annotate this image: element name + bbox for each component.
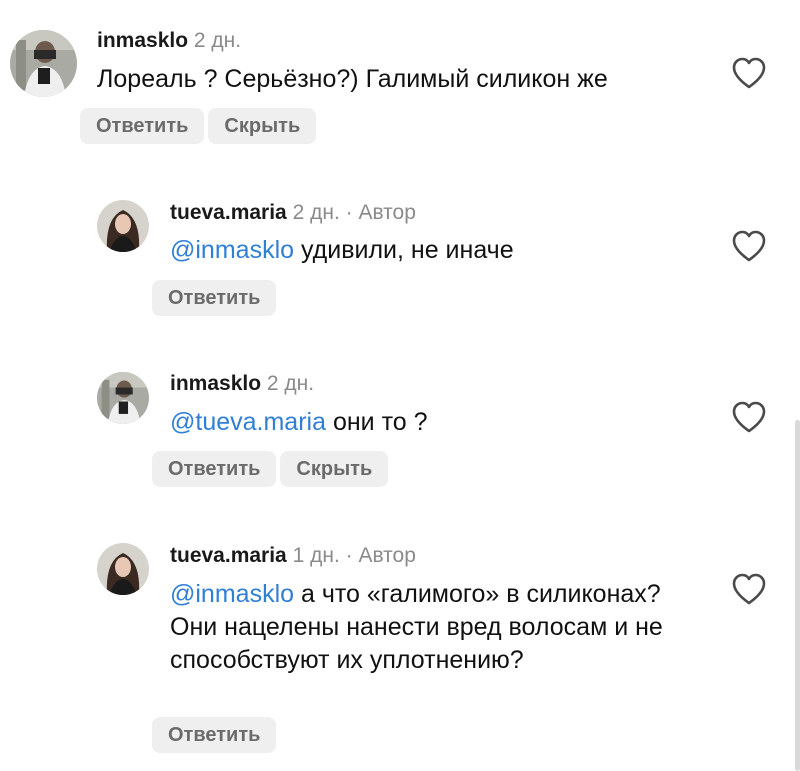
avatar-image — [97, 543, 149, 595]
comment-actions: Ответить — [152, 280, 277, 316]
comment-time: 2 дн. — [266, 372, 315, 395]
mention-link[interactable]: @inmasklo — [170, 236, 294, 264]
username[interactable]: inmasklo — [170, 372, 261, 395]
reply-button[interactable]: Ответить — [152, 717, 277, 753]
mention-link[interactable]: @tueva.maria — [170, 408, 326, 436]
comment-header: tueva.maria 1 дн. · Автор — [170, 543, 416, 569]
username[interactable]: inmasklo — [97, 29, 188, 52]
comment-body: удивили, не иначе — [294, 236, 514, 264]
avatar-inmasklo[interactable] — [97, 372, 149, 424]
username[interactable]: tueva.maria — [170, 544, 287, 567]
heart-icon[interactable] — [731, 229, 767, 263]
author-badge: · Автор — [345, 201, 416, 224]
comment-header: inmasklo 2 дн. — [170, 371, 314, 397]
avatar-tueva-maria[interactable] — [97, 543, 149, 595]
comment-time: 1 дн. — [292, 544, 340, 567]
comment-actions: Ответить Скрыть — [152, 451, 389, 487]
comment-time: 2 дн. — [193, 29, 242, 52]
heart-icon[interactable] — [731, 572, 767, 606]
comment-text: Лореаль ? Серьёзно?) Галимый силикон же — [97, 63, 717, 96]
author-badge: · Автор — [345, 544, 416, 567]
comment-time: 2 дн. — [292, 201, 340, 224]
comment-body: Лореаль ? Серьёзно?) Галимый силикон же — [97, 65, 608, 93]
avatar-image — [10, 30, 77, 97]
heart-icon[interactable] — [731, 400, 767, 434]
scrollbar[interactable] — [795, 420, 800, 771]
hide-button[interactable]: Скрыть — [280, 451, 389, 487]
comment-text: @inmasklo удивили, не иначе — [170, 234, 720, 267]
avatar-image — [97, 200, 149, 252]
comment-body: они то ? — [326, 408, 428, 436]
comment-text: @tueva.maria они то ? — [170, 406, 720, 439]
reply-button[interactable]: Ответить — [152, 451, 277, 487]
avatar-tueva-maria[interactable] — [97, 200, 149, 252]
comment-header: inmasklo 2 дн. — [97, 28, 241, 54]
heart-icon[interactable] — [731, 56, 767, 90]
comment-actions: Ответить — [152, 717, 277, 753]
mention-link[interactable]: @inmasklo — [170, 580, 294, 608]
reply-button[interactable]: Ответить — [80, 108, 205, 144]
username[interactable]: tueva.maria — [170, 201, 287, 224]
hide-button[interactable]: Скрыть — [208, 108, 317, 144]
comment-actions: Ответить Скрыть — [80, 108, 317, 144]
comments-thread: inmasklo 2 дн. Лореаль ? Серьёзно?) Гали… — [0, 0, 800, 771]
comment-header: tueva.maria 2 дн. · Автор — [170, 200, 416, 226]
avatar-image — [97, 372, 149, 424]
reply-button[interactable]: Ответить — [152, 280, 277, 316]
avatar-inmasklo[interactable] — [10, 30, 77, 97]
comment-text: @inmasklo а что «галимого» в силиконах? … — [170, 578, 675, 677]
